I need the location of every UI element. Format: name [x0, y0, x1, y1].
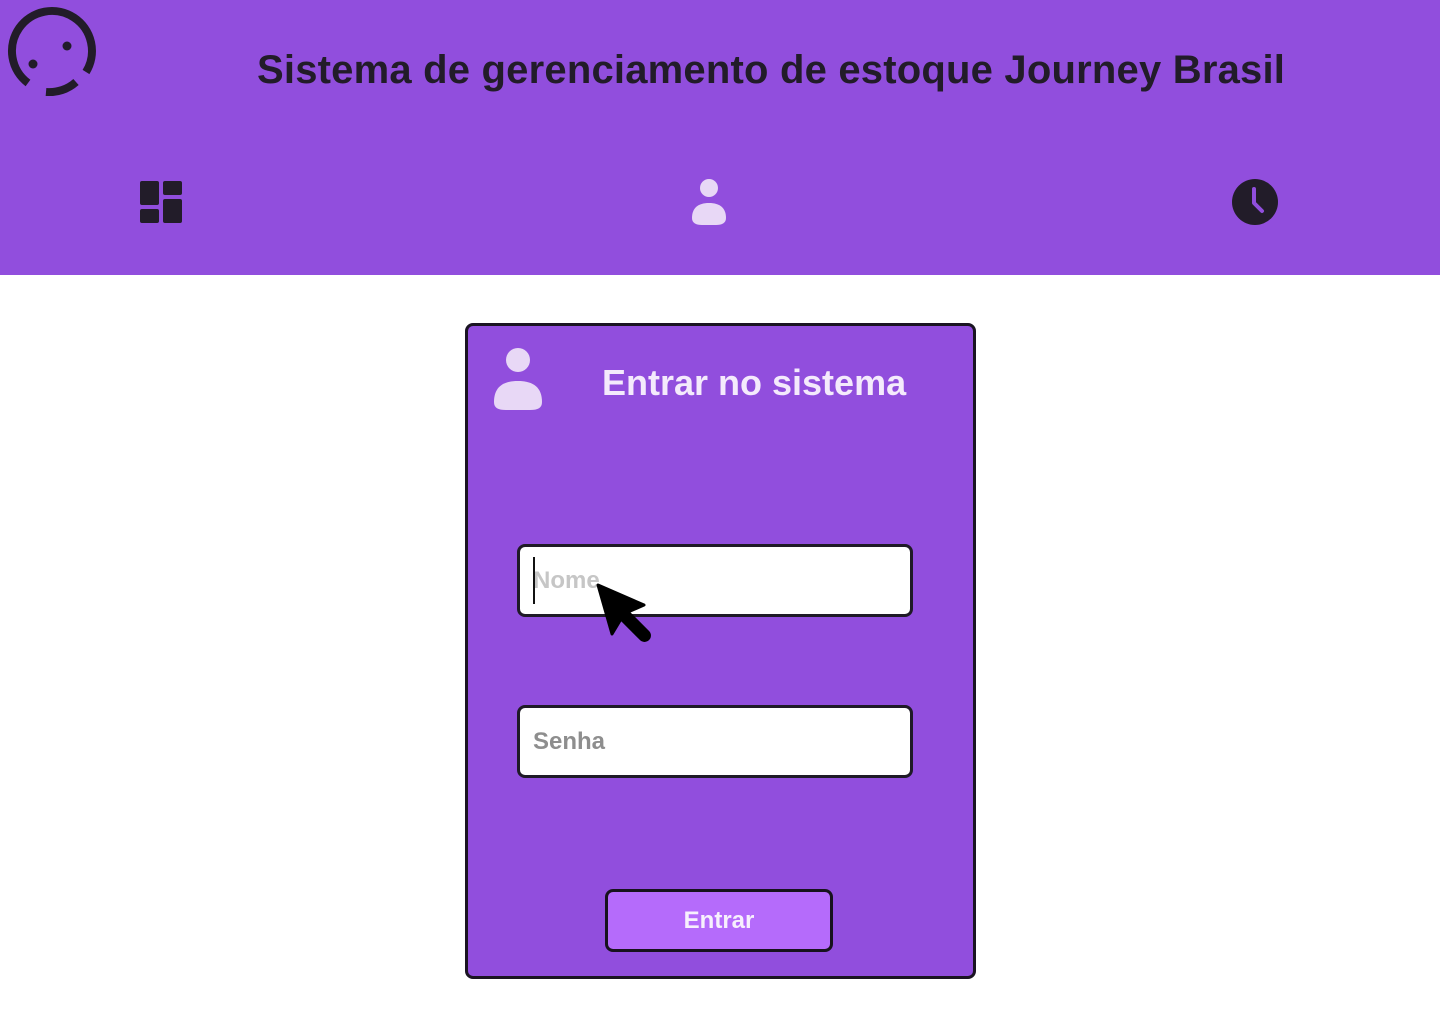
name-input[interactable]: [517, 544, 913, 617]
login-button[interactable]: Entrar: [605, 889, 833, 952]
clock-icon[interactable]: [1231, 178, 1279, 226]
smiley-ring-logo-icon[interactable]: [2, 6, 96, 96]
login-title: Entrar no sistema: [602, 362, 907, 403]
user-icon[interactable]: [690, 178, 728, 226]
user-icon: [494, 348, 542, 410]
app-title: Sistema de gerenciamento de estoque Jour…: [257, 48, 1286, 92]
app-header: Sistema de gerenciamento de estoque Jour…: [0, 0, 1440, 275]
text-caret: [533, 557, 535, 604]
password-input[interactable]: [517, 705, 913, 778]
login-card: Entrar no sistema Entrar: [465, 323, 976, 979]
dashboard-icon[interactable]: [140, 181, 182, 223]
